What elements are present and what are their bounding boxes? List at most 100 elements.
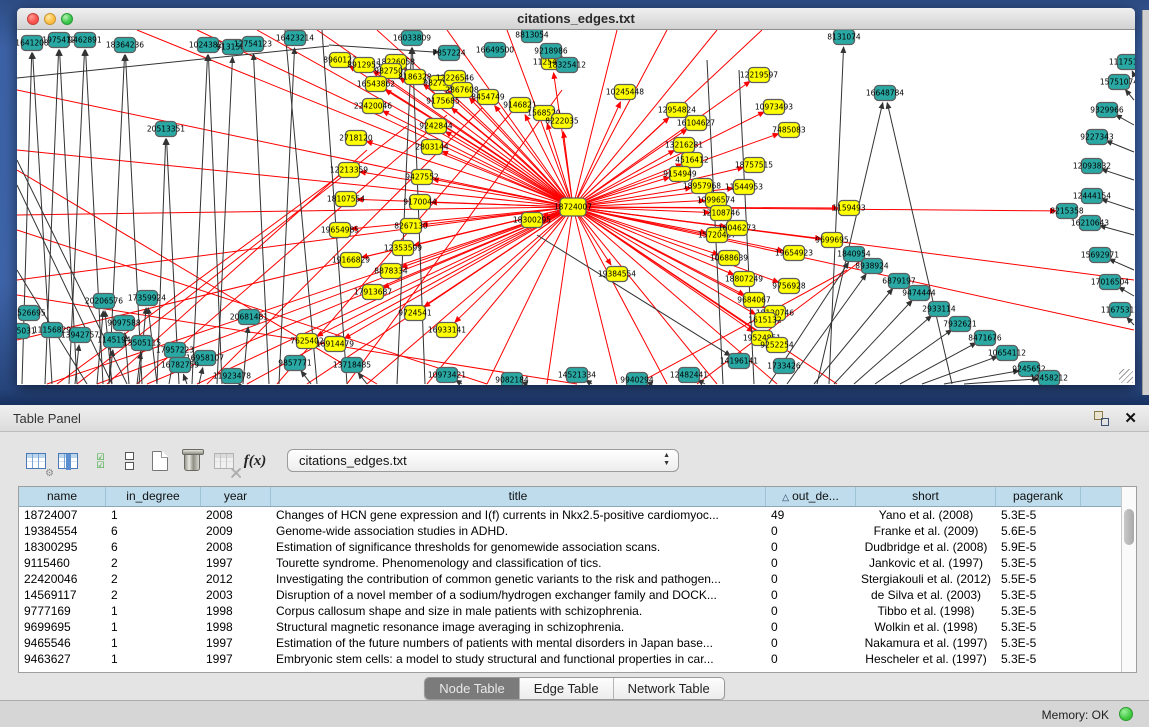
column-header-title[interactable]: title xyxy=(271,487,766,506)
table-row[interactable]: 2242004622012Investigating the contribut… xyxy=(19,571,1136,587)
table-row[interactable]: 1938455462009Genome-wide association stu… xyxy=(19,523,1136,539)
yellow-node[interactable]: 9252254 xyxy=(760,338,794,353)
teal-node[interactable]: 16648784 xyxy=(866,86,904,101)
teal-node[interactable]: 11675312 xyxy=(1101,303,1135,318)
teal-node[interactable]: 12093832 xyxy=(1073,159,1111,174)
teal-node[interactable]: 9218986 xyxy=(534,44,568,59)
yellow-node[interactable]: 19384554 xyxy=(598,267,636,282)
column-header-short[interactable]: short xyxy=(856,487,996,506)
network-window[interactable]: citations_edges.txt 18724007896012389129… xyxy=(17,8,1135,385)
yellow-node[interactable]: 10245448 xyxy=(606,85,644,100)
scrollbar-thumb[interactable] xyxy=(1124,509,1134,545)
table-vertical-scrollbar[interactable] xyxy=(1121,487,1136,672)
yellow-node[interactable]: 13216281 xyxy=(665,138,703,153)
column-header-name[interactable]: name xyxy=(19,487,106,506)
teal-node[interactable]: 15751074 xyxy=(1100,75,1135,90)
table-row[interactable]: 977716911998Corpus callosum shape and si… xyxy=(19,603,1136,619)
teal-node[interactable]: 9082184 xyxy=(495,373,529,386)
teal-node[interactable]: 17359924 xyxy=(128,291,166,306)
yellow-node[interactable]: 8267130 xyxy=(394,219,428,234)
table-row[interactable]: 969969511998Structural magnetic resonanc… xyxy=(19,619,1136,635)
teal-node[interactable]: 18364236 xyxy=(106,38,144,53)
column-header-in_degree[interactable]: in_degree xyxy=(106,487,201,506)
yellow-node[interactable]: 8454749 xyxy=(471,90,505,105)
teal-node[interactable]: 7932621 xyxy=(943,317,977,332)
teal-node[interactable]: 2526695 xyxy=(17,306,46,321)
teal-node[interactable]: 9329966 xyxy=(1090,103,1124,118)
table-row[interactable]: 946554611997Estimation of the future num… xyxy=(19,635,1136,651)
column-header-out_de[interactable]: △out_de... xyxy=(766,487,856,506)
teal-node[interactable]: 9940294 xyxy=(620,373,654,386)
yellow-node[interactable]: 18757515 xyxy=(735,158,773,173)
yellow-node[interactable]: 17913687 xyxy=(354,285,392,300)
yellow-node[interactable]: 9699695 xyxy=(815,233,849,248)
teal-node[interactable]: 12444154 xyxy=(1073,189,1111,204)
teal-node[interactable]: 8471676 xyxy=(968,331,1002,346)
delete-table-icon[interactable]: ❌ xyxy=(210,447,238,475)
teal-node[interactable]: 14521334 xyxy=(558,368,596,383)
window-resize-grip[interactable] xyxy=(1119,369,1133,383)
desktop-scrollbar[interactable] xyxy=(1142,10,1149,395)
tab-node-table[interactable]: Node Table xyxy=(425,678,520,699)
yellow-node[interactable]: 16914479 xyxy=(316,337,354,352)
teal-node[interactable]: 9857771 xyxy=(278,356,312,371)
yellow-node[interactable]: 22420046 xyxy=(354,99,392,114)
function-builder-icon[interactable]: f(x) xyxy=(241,447,269,475)
close-panel-icon[interactable]: ✕ xyxy=(1124,409,1137,427)
yellow-node[interactable]: 9175685 xyxy=(426,94,460,109)
table-row[interactable]: 911546021997Tourette syndrome. Phenomeno… xyxy=(19,555,1136,571)
teal-node[interactable]: 20513351 xyxy=(147,122,185,137)
yellow-node[interactable]: 12108746 xyxy=(702,206,740,221)
show-columns-icon[interactable] xyxy=(54,447,82,475)
new-attribute-icon[interactable] xyxy=(146,447,174,475)
window-titlebar[interactable]: citations_edges.txt xyxy=(17,8,1135,30)
yellow-node[interactable]: 18807249 xyxy=(725,272,763,287)
yellow-node[interactable]: 1615132 xyxy=(748,313,782,328)
yellow-node[interactable]: 9684067 xyxy=(737,293,771,308)
teal-node[interactable]: 15692971 xyxy=(1081,248,1119,263)
table-row[interactable]: 1872400712008Changes of HCN gene express… xyxy=(19,507,1136,523)
yellow-node[interactable]: 19654985 xyxy=(321,223,359,238)
yellow-node[interactable]: 19166829 xyxy=(332,253,370,268)
delete-attribute-icon[interactable] xyxy=(178,447,206,475)
yellow-node[interactable]: 9170044 xyxy=(403,195,437,210)
teal-node[interactable]: 9474444 xyxy=(902,286,936,301)
teal-node[interactable]: 11175124 xyxy=(1109,55,1135,70)
column-settings-icon[interactable]: ⚙ xyxy=(22,447,50,475)
yellow-node[interactable]: 7485083 xyxy=(772,123,806,138)
tab-edge-table[interactable]: Edge Table xyxy=(520,678,614,699)
teal-node[interactable]: 8131074 xyxy=(827,30,861,45)
yellow-node[interactable]: 9242844 xyxy=(419,119,453,134)
yellow-node[interactable]: 18957968 xyxy=(683,179,721,194)
table-selector-dropdown[interactable]: citations_edges.txt ▲▼ xyxy=(287,449,679,472)
yellow-node[interactable]: 10688639 xyxy=(710,251,748,266)
yellow-node[interactable]: 16933141 xyxy=(428,323,466,338)
teal-node[interactable]: 7857224 xyxy=(432,46,466,61)
citation-network-graph[interactable]: 1872400789601238912955182260589827503818… xyxy=(17,30,1135,385)
yellow-node[interactable]: 4516412 xyxy=(675,153,709,168)
yellow-node[interactable]: 18107554 xyxy=(327,192,365,207)
yellow-node[interactable]: 11544953 xyxy=(725,180,763,195)
teal-node[interactable]: 17016504 xyxy=(1091,275,1129,290)
teal-node[interactable]: 14196141 xyxy=(720,354,758,369)
float-panel-icon[interactable] xyxy=(1094,411,1109,426)
table-row[interactable]: 1456911722003Disruption of a novel membe… xyxy=(19,587,1136,603)
row-editor-icon[interactable] xyxy=(115,447,143,475)
teal-node[interactable]: 16782759 xyxy=(161,358,199,373)
teal-node[interactable]: 10973421 xyxy=(428,368,466,383)
zoom-traffic-light-icon[interactable] xyxy=(61,13,73,25)
teal-node[interactable]: 12458212 xyxy=(1030,371,1068,386)
table-row[interactable]: 1830029562008Estimation of significance … xyxy=(19,539,1136,555)
yellow-node[interactable]: 12219597 xyxy=(740,68,778,83)
teal-node[interactable]: 16210643 xyxy=(1071,216,1109,231)
teal-node[interactable]: 9097588 xyxy=(107,316,141,331)
column-header-pagerank[interactable]: pagerank xyxy=(996,487,1081,506)
tab-network-table[interactable]: Network Table xyxy=(614,678,724,699)
yellow-node[interactable]: 9724541 xyxy=(398,306,432,321)
yellow-node[interactable]: 1159493 xyxy=(832,201,866,216)
teal-node[interactable]: 8813054 xyxy=(515,30,549,43)
column-header-year[interactable]: year xyxy=(201,487,271,506)
teal-node[interactable]: 16033809 xyxy=(393,31,431,46)
teal-node[interactable]: 13718485 xyxy=(333,358,371,373)
teal-node[interactable]: 11923478 xyxy=(213,369,251,384)
